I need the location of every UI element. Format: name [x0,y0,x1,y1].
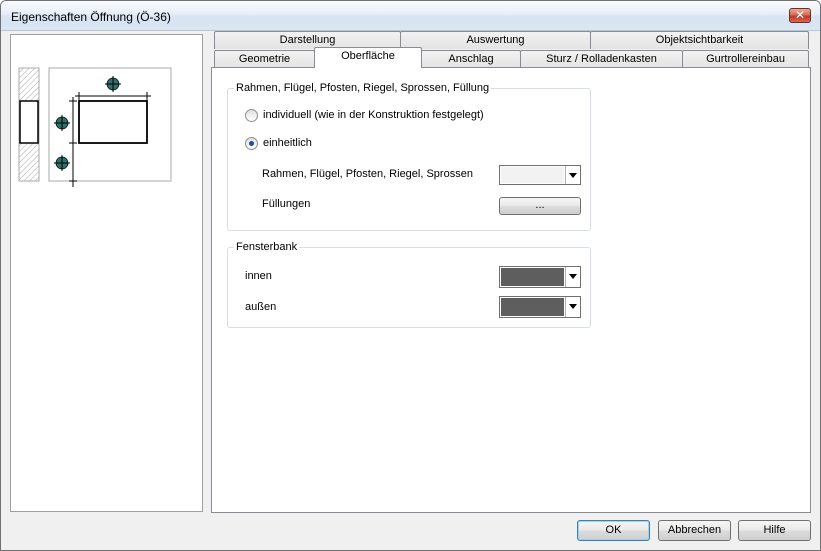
sill-group: Fensterbank innen außen [227,241,591,328]
preview-panel [10,34,203,512]
sill-outer-select[interactable] [499,296,581,318]
sill-inner-select[interactable] [499,266,581,288]
tab-sturz-rolladenkasten[interactable]: Sturz / Rolladenkasten [520,50,683,68]
radio-individual-label[interactable]: individuell (wie in der Konstruktion fes… [263,109,484,121]
tab-anschlag[interactable]: Anschlag [421,50,521,68]
fillings-button[interactable]: ... [499,197,581,215]
tab-control: Darstellung Auswertung Objektsichtbarkei… [211,31,811,513]
frame-color-label: Rahmen, Flügel, Pfosten, Riegel, Sprosse… [262,168,473,180]
title-bar: Eigenschaften Öffnung (Ö-36) ✕ [1,1,820,31]
sill-outer-label: außen [245,301,277,313]
tab-gurtrollereinbau[interactable]: Gurtrollereinbau [682,50,809,68]
surface-group-legend: Rahmen, Flügel, Pfosten, Riegel, Sprosse… [234,82,492,94]
tab-geometrie[interactable]: Geometrie [214,50,315,68]
radio-uniform-indicator[interactable] [245,137,258,150]
properties-dialog: Eigenschaften Öffnung (Ö-36) ✕ Darstellu… [0,0,821,551]
window-opening-preview-icon [18,67,172,187]
close-button[interactable]: ✕ [789,8,811,23]
surface-group: Rahmen, Flügel, Pfosten, Riegel, Sprosse… [227,82,591,231]
sill-inner-label: innen [245,270,272,282]
radio-uniform-label[interactable]: einheitlich [263,137,312,149]
sill-group-legend: Fensterbank [234,241,300,253]
radio-individual-indicator[interactable] [245,109,258,122]
sill-outer-swatch [501,298,564,316]
chevron-down-icon[interactable] [565,267,580,287]
tab-auswertung[interactable]: Auswertung [400,31,591,49]
cancel-button[interactable]: Abbrechen [658,520,731,541]
help-button[interactable]: Hilfe [738,520,811,541]
tab-objektsichtbarkeit[interactable]: Objektsichtbarkeit [590,31,809,49]
frame-color-swatch [501,167,564,183]
chevron-down-icon[interactable] [565,166,580,184]
sill-inner-swatch [501,268,564,286]
ok-button[interactable]: OK [577,520,650,541]
chevron-down-icon[interactable] [565,297,580,317]
tab-panel-oberflaeche: Rahmen, Flügel, Pfosten, Riegel, Sprosse… [211,67,811,513]
tab-oberflaeche[interactable]: Oberfläche [314,47,422,68]
frame-color-select[interactable] [499,165,581,185]
dialog-title: Eigenschaften Öffnung (Ö-36) [11,10,171,24]
fillings-label: Füllungen [262,198,311,210]
